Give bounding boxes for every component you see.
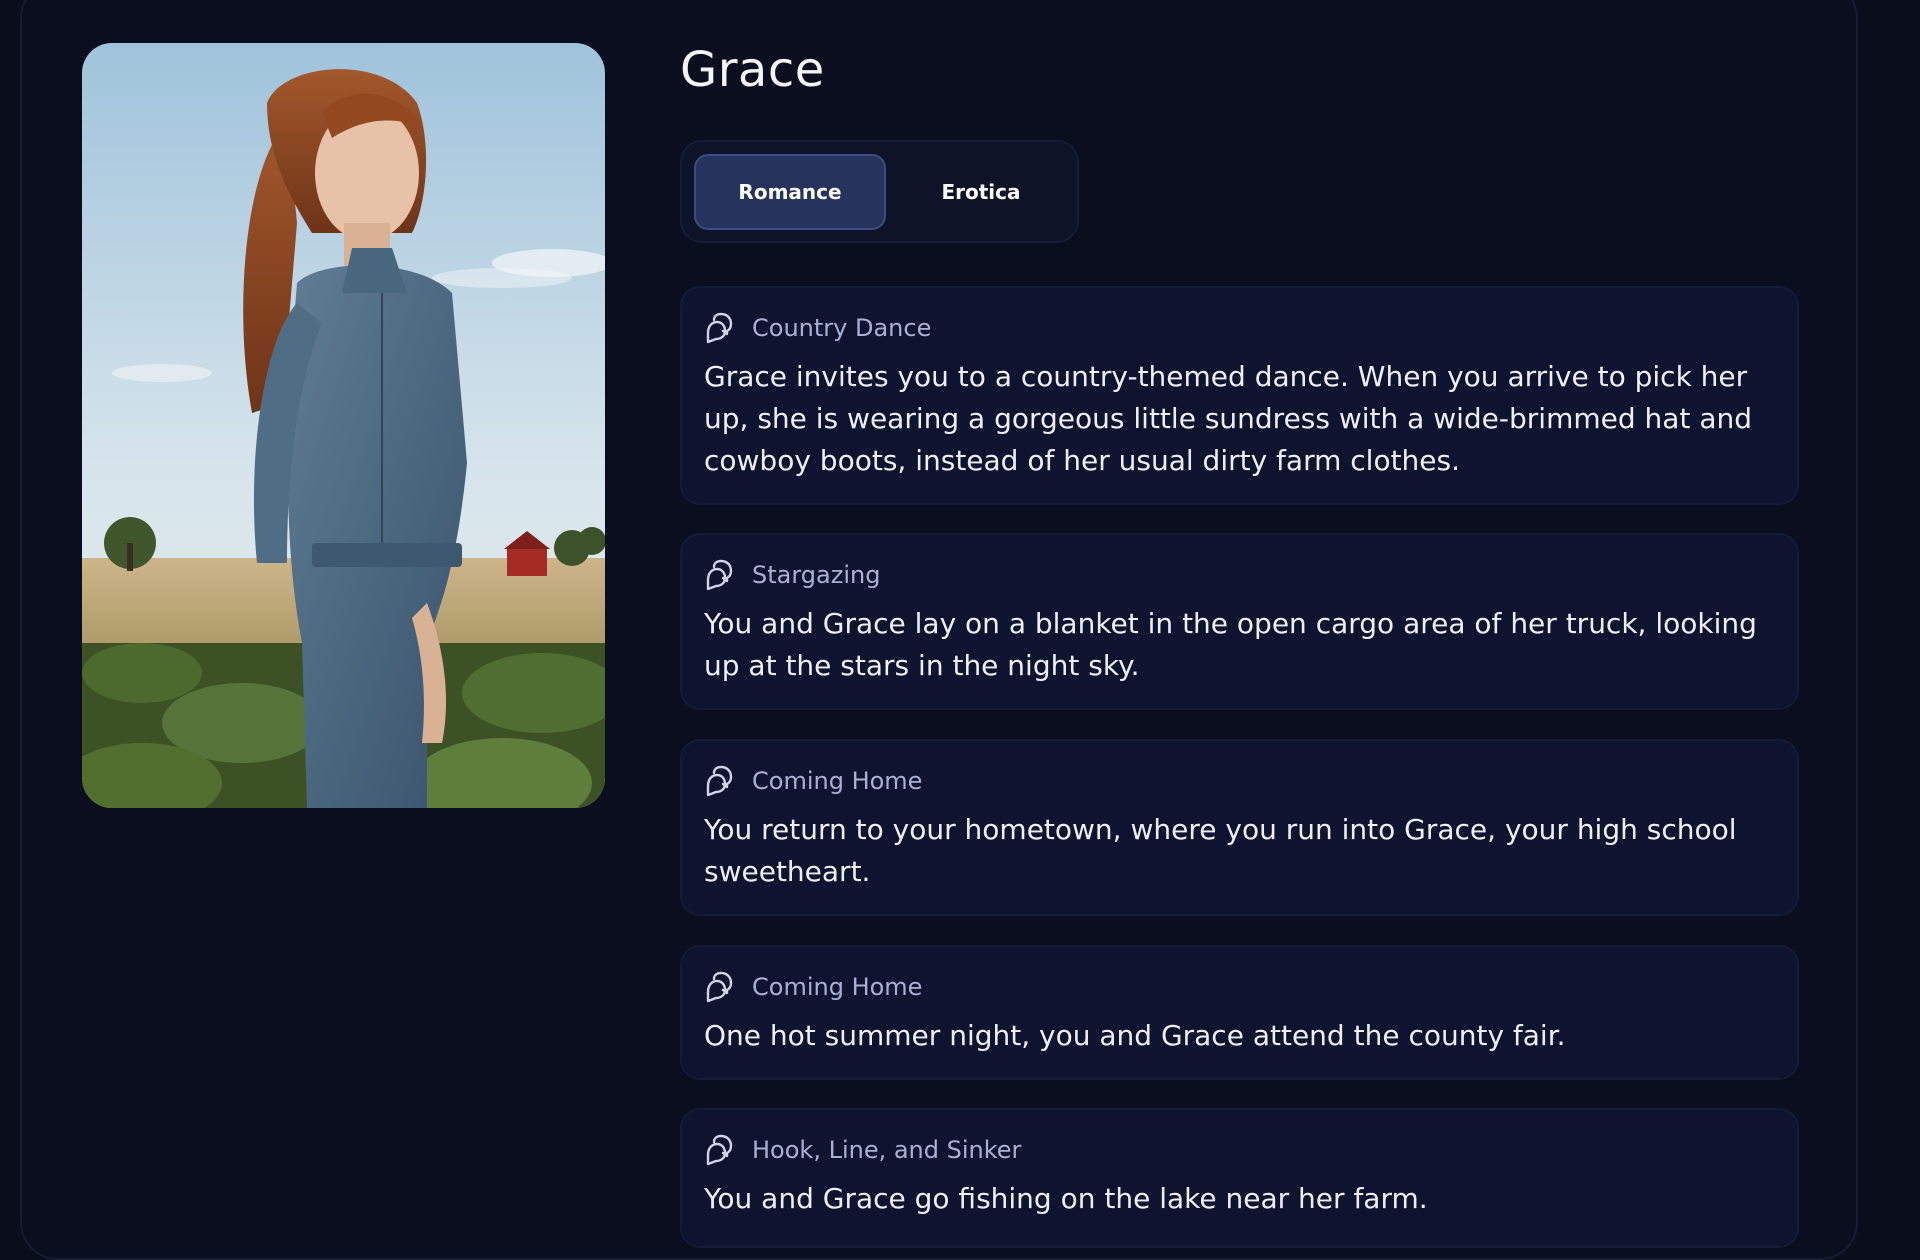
scenario-description: One hot summer night, you and Grace atte… [704, 1019, 1566, 1052]
scenario-title: Coming Home [752, 767, 923, 795]
tab-romance[interactable]: Romance [694, 154, 886, 230]
scenario-title: Country Dance [752, 314, 932, 342]
scenario-header: Country Dance [704, 310, 931, 346]
scenario-title: Hook, Line, and Sinker [752, 1136, 1022, 1164]
scenario-card[interactable]: Stargazing You and Grace lay on a blanke… [680, 533, 1799, 710]
chat-bubbles-icon [706, 765, 733, 797]
scenario-card[interactable]: Hook, Line, and Sinker You and Grace go … [680, 1108, 1799, 1248]
chat-bubbles-icon [706, 559, 733, 591]
scenario-title: Coming Home [752, 973, 923, 1001]
scenario-card[interactable]: Country Dance Grace invites you to a cou… [680, 286, 1799, 505]
chat-bubbles-icon [706, 1134, 733, 1166]
tab-erotica[interactable]: Erotica [885, 154, 1077, 230]
scenario-description: Grace invites you to a country-themed da… [704, 360, 1752, 477]
character-portrait [82, 43, 605, 808]
scenario-header: Coming Home [704, 969, 922, 1005]
chat-bubbles-icon [706, 971, 733, 1003]
scenario-header: Coming Home [704, 763, 922, 799]
scenario-description: You and Grace lay on a blanket in the op… [704, 607, 1757, 682]
scenario-card[interactable]: Coming Home One hot summer night, you an… [680, 945, 1799, 1080]
scenario-description: You return to your hometown, where you r… [704, 813, 1737, 888]
scenario-description: You and Grace go fishing on the lake nea… [704, 1182, 1428, 1215]
scenario-card[interactable]: Coming Home You return to your hometown,… [680, 739, 1799, 916]
category-tabs: Romance Erotica [680, 140, 1079, 243]
character-name: Grace [680, 42, 825, 98]
scenario-header: Hook, Line, and Sinker [704, 1132, 1021, 1168]
chat-bubbles-icon [706, 312, 733, 344]
scenario-title: Stargazing [752, 561, 881, 589]
scenario-header: Stargazing [704, 557, 880, 593]
